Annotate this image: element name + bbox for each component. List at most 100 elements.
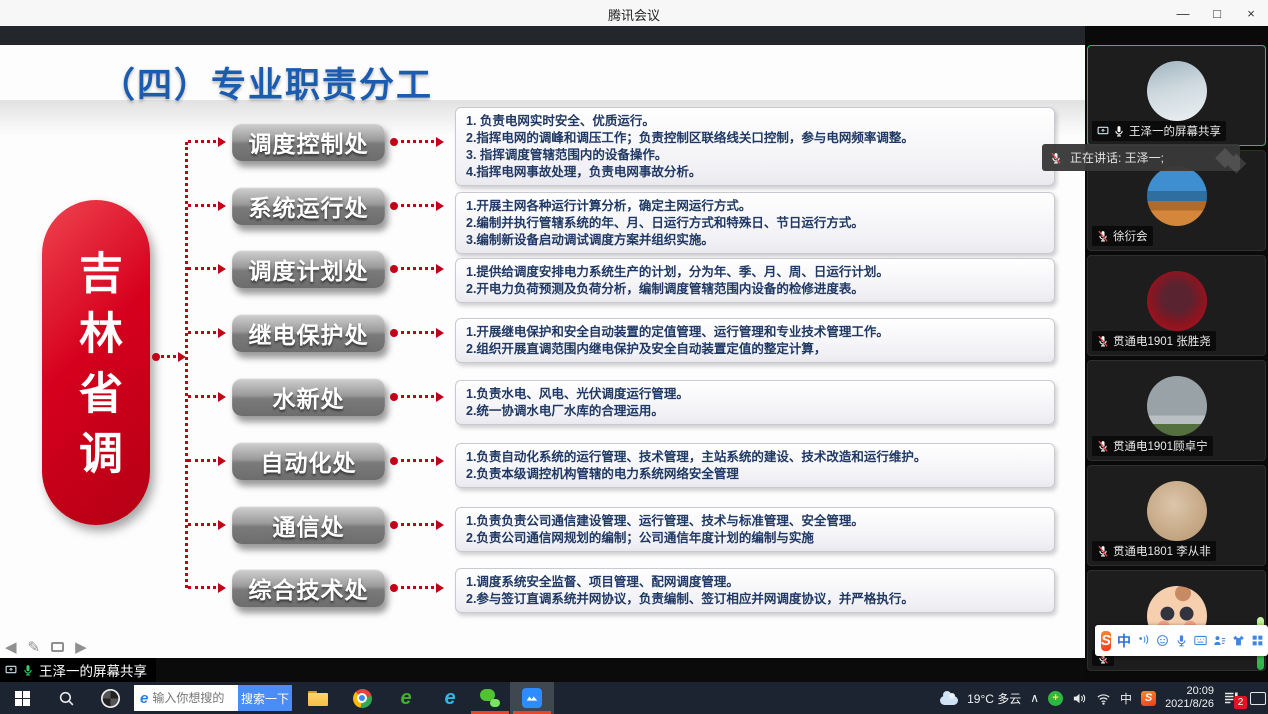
- dotted-arrow: [394, 523, 440, 526]
- duty-line: 3.编制新设备启动调试调度方案并组织实施。: [466, 232, 1044, 249]
- action-center-icon[interactable]: [1250, 692, 1266, 705]
- weather-cloud-icon[interactable]: [940, 696, 958, 705]
- dotted-arrow: [188, 459, 222, 462]
- mic-input-icon[interactable]: [1175, 634, 1188, 647]
- skin-icon[interactable]: [1232, 634, 1245, 647]
- dotted-arrow: [394, 267, 440, 270]
- screen-share-icon: [1097, 125, 1109, 137]
- mic-muted-icon: [1097, 335, 1109, 347]
- ime-toolbar[interactable]: S 中: [1095, 625, 1268, 656]
- duty-box: 1.负责负责公司通信建设管理、运行管理、技术与标准管理、安全管理。 2.负责公司…: [455, 507, 1055, 552]
- duty-line: 4.指挥电网事故处理，负责电网事故分析。: [466, 164, 1044, 181]
- emoji-icon[interactable]: [1156, 634, 1169, 647]
- dotted-arrow: [188, 395, 222, 398]
- participant-tile[interactable]: 贯通电1801 李从非: [1087, 465, 1266, 566]
- ime-mode-indicator[interactable]: 中: [1120, 690, 1132, 707]
- pinwheel-app-button[interactable]: [88, 682, 132, 714]
- duty-line: 1.负责水电、风电、光伏调度运行管理。: [466, 386, 1044, 403]
- taskbar-search-button[interactable]: [44, 682, 88, 714]
- weather-text[interactable]: 19°C 多云: [967, 690, 1021, 707]
- browser-360-button[interactable]: e: [384, 682, 428, 714]
- clock[interactable]: 20:09 2021/8/26: [1165, 685, 1214, 711]
- duty-box: 1.开展主网各种运行计算分析，确定主网运行方式。 2.编制并执行管辖系统的年、月…: [455, 192, 1055, 254]
- dept-button: 系统运行处: [232, 187, 385, 225]
- duty-line: 2.参与签订直调系统并网协议，负责编制、签订相应并网调度协议，并严格执行。: [466, 591, 1044, 608]
- chrome-button[interactable]: [340, 682, 384, 714]
- dotted-arrow: [394, 204, 440, 207]
- antivirus-tray-icon[interactable]: +: [1048, 691, 1063, 706]
- duty-line: 1.负责自动化系统的运行管理、技术管理，主站系统的建设、技术改造和运行维护。: [466, 449, 1044, 466]
- speaker-icon[interactable]: [1072, 691, 1087, 706]
- sogou-logo-icon[interactable]: S: [1101, 631, 1111, 651]
- system-tray: 19°C 多云 ∧ + 中 S 20:09 2021/8/26 2: [940, 682, 1266, 714]
- wechat-button[interactable]: [468, 682, 512, 714]
- ime-mode-toggle[interactable]: 中: [1117, 631, 1131, 651]
- duty-line: 2.组织开展直调范围内继电保护及安全自动装置定值的整定计算，: [466, 341, 1044, 358]
- avatar: [1147, 166, 1207, 226]
- duty-line: 1.调度系统安全监督、项目管理、配网调度管理。: [466, 574, 1044, 591]
- start-button[interactable]: [0, 682, 44, 714]
- dept-button: 调度计划处: [232, 250, 385, 288]
- screen-share-icon: [5, 664, 17, 676]
- duty-line: 1.负责负责公司通信建设管理、运行管理、技术与标准管理、安全管理。: [466, 513, 1044, 530]
- tencent-meeting-button[interactable]: [510, 682, 554, 714]
- dotted-arrow: [188, 523, 222, 526]
- duty-box: 1.负责水电、风电、光伏调度运行管理。 2.统一协调水电厂水库的合理运用。: [455, 380, 1055, 425]
- taskbar-search-box[interactable]: e 搜索一下: [134, 685, 292, 711]
- dotted-arrow: [394, 395, 440, 398]
- dept-button: 自动化处: [232, 442, 385, 480]
- dept-button-label: 继电保护处: [249, 316, 369, 350]
- meeting-toolbar-strip: [0, 26, 1268, 45]
- avatar: [1147, 376, 1207, 436]
- participant-label: 贯通电1801 李从非: [1092, 541, 1216, 561]
- duty-box: 1. 负责电网实时安全、优质运行。 2.指挥电网的调峰和调压工作；负责控制区联络…: [455, 107, 1055, 186]
- participant-name: 徐衍会: [1113, 228, 1148, 244]
- participant-label: 贯通电1901顾卓宁: [1092, 436, 1213, 456]
- search-go-button[interactable]: 搜索一下: [238, 685, 292, 711]
- folder-icon: [308, 691, 328, 706]
- mic-on-icon: [1113, 125, 1125, 137]
- toolbox-icon[interactable]: [1251, 634, 1264, 647]
- participant-sidebar: 王泽一的屏幕共享 徐衍会 贯通电1901 张胜尧 贯通电1901顾卓宁: [1085, 26, 1268, 682]
- duty-box: 1.提供给调度安排电力系统生产的计划，分为年、季、月、周、日运行计划。 2.开电…: [455, 258, 1055, 303]
- sogou-tray-icon[interactable]: S: [1141, 691, 1156, 706]
- tray-time: 20:09: [1186, 685, 1214, 697]
- user-dict-icon[interactable]: [1213, 634, 1226, 647]
- participant-tile[interactable]: 贯通电1901顾卓宁: [1087, 360, 1266, 461]
- network-icon[interactable]: [1096, 691, 1111, 706]
- wechat-icon: [480, 689, 500, 707]
- nav-pen-icon: ✎: [28, 638, 41, 656]
- participant-label: 贯通电1901 张胜尧: [1092, 331, 1216, 351]
- notification-button[interactable]: 2: [1223, 690, 1241, 707]
- participant-tile[interactable]: 贯通电1901 张胜尧: [1087, 255, 1266, 356]
- tray-expand-caret[interactable]: ∧: [1030, 691, 1039, 705]
- dotted-arrow: [394, 140, 440, 143]
- file-explorer-button[interactable]: [296, 682, 340, 714]
- avatar: [1147, 271, 1207, 331]
- duty-box: 1.调度系统安全监督、项目管理、配网调度管理。 2.参与签订直调系统并网协议，负…: [455, 568, 1055, 613]
- dept-button-label: 调度计划处: [249, 252, 369, 286]
- green-e-browser-icon: e: [400, 688, 411, 708]
- maximize-button[interactable]: □: [1200, 0, 1234, 26]
- tray-date: 2021/8/26: [1165, 698, 1214, 710]
- participant-name: 贯通电1901 张胜尧: [1113, 333, 1211, 349]
- tencent-meeting-icon: [522, 688, 542, 708]
- minimize-button[interactable]: —: [1166, 0, 1200, 26]
- duty-line: 1.开展主网各种运行计算分析，确定主网运行方式。: [466, 198, 1044, 215]
- windows-logo-icon: [15, 691, 30, 706]
- dept-button-label: 自动化处: [261, 444, 357, 478]
- voice-input-icon[interactable]: [1137, 634, 1150, 647]
- connector-vertical-line: [185, 142, 188, 588]
- window-title: 腾讯会议: [0, 5, 1268, 24]
- mic-muted-icon: [1097, 230, 1109, 242]
- duty-line: 2.编制并执行管辖系统的年、月、日运行方式和特殊日、节日运行方式。: [466, 215, 1044, 232]
- participant-name: 贯通电1901顾卓宁: [1113, 438, 1208, 454]
- participant-tile[interactable]: 王泽一的屏幕共享: [1087, 45, 1266, 146]
- org-box: 吉林省调: [42, 200, 150, 525]
- dotted-arrow: [188, 267, 222, 270]
- nav-notes-icon: [51, 642, 64, 652]
- close-button[interactable]: ×: [1234, 0, 1268, 26]
- internet-explorer-button[interactable]: e: [428, 682, 472, 714]
- search-input[interactable]: [152, 691, 238, 705]
- soft-keyboard-icon[interactable]: [1194, 634, 1207, 647]
